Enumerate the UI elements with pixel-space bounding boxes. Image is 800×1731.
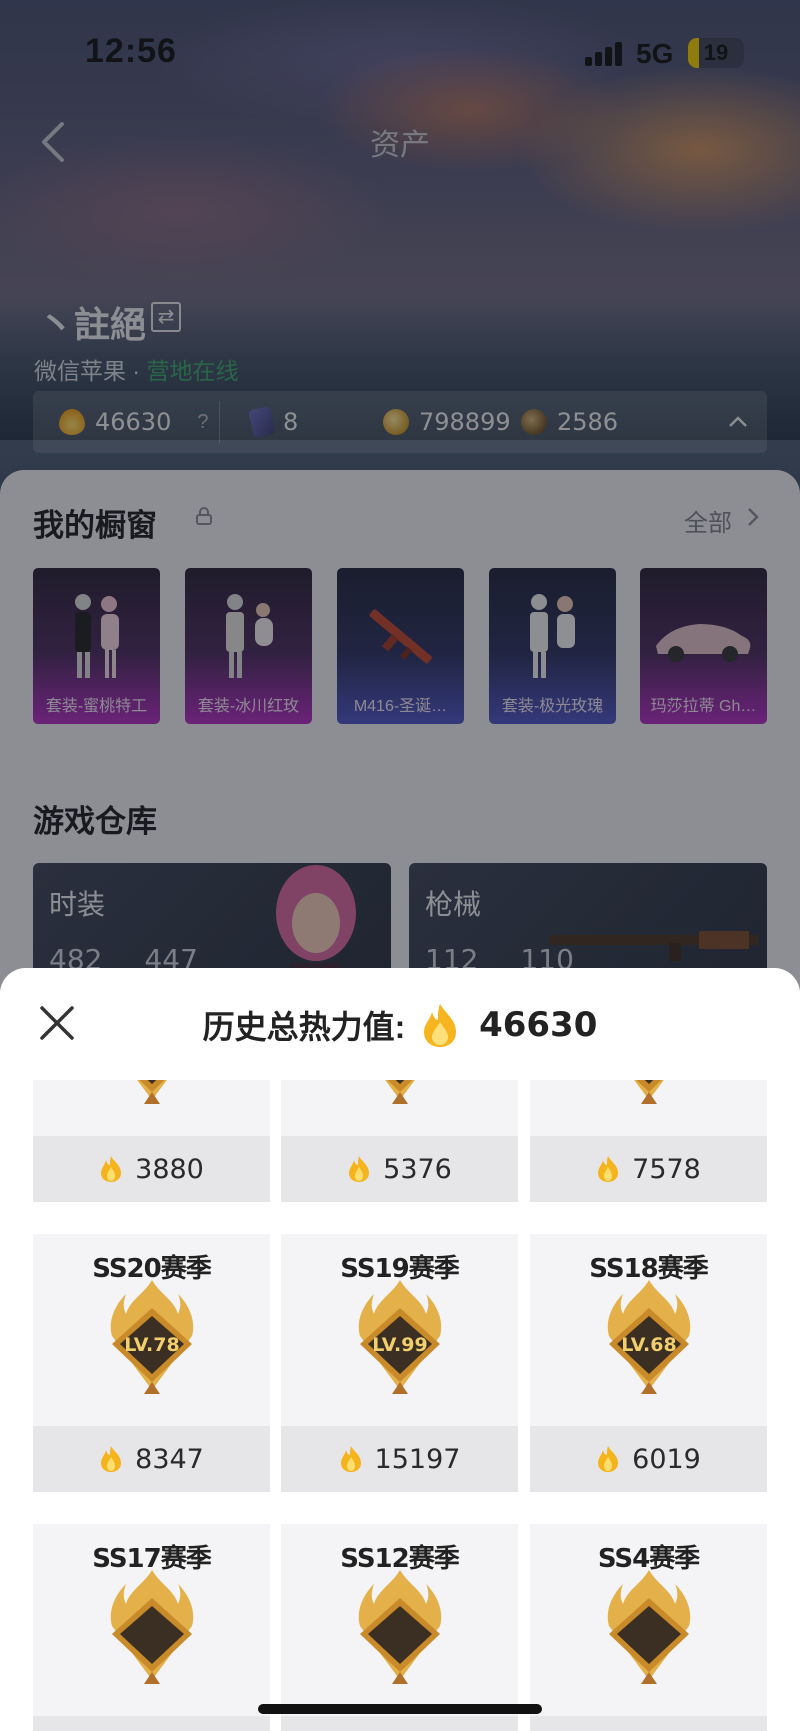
season-heat-row xyxy=(281,1716,518,1731)
flame-icon xyxy=(101,1156,122,1182)
level-badge-icon: LV.99 xyxy=(358,1280,442,1394)
season-heat-row xyxy=(33,1716,270,1731)
season-heat-row: 8347 xyxy=(33,1426,270,1492)
home-indicator xyxy=(258,1704,542,1714)
flame-icon xyxy=(101,1446,122,1472)
level-badge-icon xyxy=(607,1570,691,1684)
level-text: LV.68 xyxy=(621,1334,676,1356)
level-text: LV.78 xyxy=(124,1334,179,1356)
season-heat-row: 5376 xyxy=(281,1136,518,1202)
season-card[interactable]: SS17赛季 xyxy=(33,1524,270,1731)
season-card[interactable]: SS18赛季 LV.68 6019 xyxy=(530,1234,767,1492)
sheet-title: 历史总热力值: xyxy=(202,1009,406,1045)
sheet-title-row: 历史总热力值: 46630 xyxy=(0,1002,800,1048)
level-badge-icon xyxy=(358,1570,442,1684)
season-card[interactable]: SS12赛季 xyxy=(281,1524,518,1731)
sheet-total-heat: 46630 xyxy=(479,1005,598,1045)
level-badge-icon: LV.78 xyxy=(110,1280,194,1394)
season-heat-value: 7578 xyxy=(632,1153,701,1185)
season-heat-value: 5376 xyxy=(383,1153,452,1185)
level-badge-icon: LV.68 xyxy=(607,1280,691,1394)
flame-icon xyxy=(349,1156,370,1182)
season-heat-row: 6019 xyxy=(530,1426,767,1492)
season-card[interactable]: SS20赛季 LV.78 8347 xyxy=(33,1234,270,1492)
season-heat-row: 7578 xyxy=(530,1136,767,1202)
season-card[interactable]: SS4赛季 xyxy=(530,1524,767,1731)
season-heat-row: 3880 xyxy=(33,1136,270,1202)
flame-icon xyxy=(598,1156,619,1182)
level-text: LV.99 xyxy=(372,1334,427,1356)
season-heat-row xyxy=(530,1716,767,1731)
flame-icon xyxy=(598,1446,619,1472)
level-badge-icon xyxy=(110,1570,194,1684)
season-heat-row: 15197 xyxy=(281,1426,518,1492)
season-heat-value: 3880 xyxy=(135,1153,204,1185)
season-heat-value: 15197 xyxy=(374,1443,461,1475)
heat-history-sheet: SS23赛季LV.573880SS22赛季LV.655376SS21赛季LV.7… xyxy=(0,968,800,1731)
season-heat-value: 8347 xyxy=(135,1443,204,1475)
flame-icon xyxy=(340,1446,361,1472)
season-card[interactable]: SS19赛季 LV.99 15197 xyxy=(281,1234,518,1492)
flame-icon xyxy=(424,1004,457,1047)
season-heat-value: 6019 xyxy=(632,1443,701,1475)
